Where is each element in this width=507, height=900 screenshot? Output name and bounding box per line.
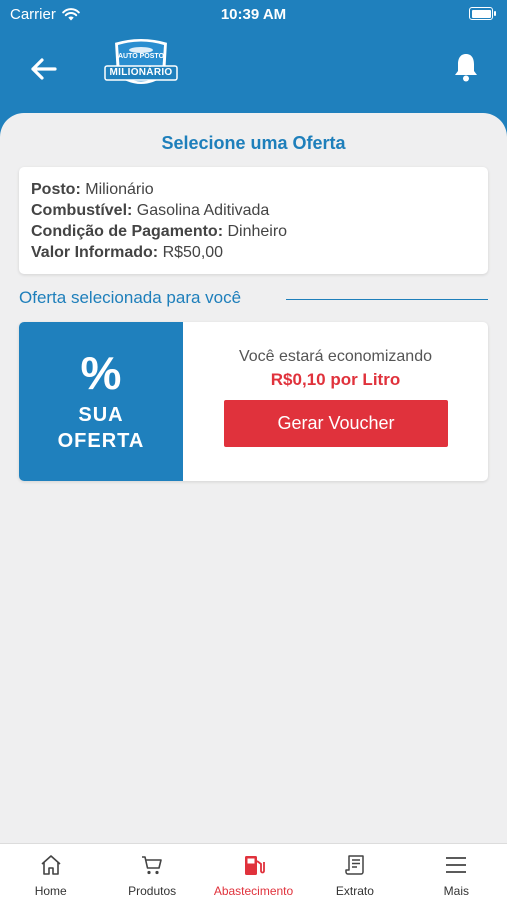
status-time: 10:39 AM xyxy=(220,6,287,23)
combustivel-value: Gasolina Aditivada xyxy=(136,202,270,219)
generate-voucher-button[interactable]: Gerar Voucher xyxy=(224,400,448,447)
tab-home[interactable]: Home xyxy=(0,844,101,900)
combustivel-label: Combustível: xyxy=(31,202,133,219)
back-button[interactable] xyxy=(26,54,60,84)
tab-extrato[interactable]: Extrato xyxy=(304,844,405,900)
badge-line2: OFERTA xyxy=(57,430,145,452)
posto-value: Milionário xyxy=(85,181,154,198)
pagamento-label: Condição de Pagamento: xyxy=(31,223,224,240)
bell-icon xyxy=(455,54,477,82)
tab-abastecimento[interactable]: Abastecimento xyxy=(203,844,304,900)
app-header: AUTO POSTO MILIONÁRIO xyxy=(0,30,507,114)
tab-produtos[interactable]: Produtos xyxy=(101,844,202,900)
tab-label: Produtos xyxy=(128,884,177,898)
info-card: Posto: Milionário Combustível: Gasolina … xyxy=(19,167,488,274)
percent-icon: % xyxy=(80,347,122,399)
battery-icon xyxy=(469,7,496,20)
info-row-pagamento: Condição de Pagamento: Dinheiro xyxy=(31,221,476,242)
tab-label: Abastecimento xyxy=(213,884,294,898)
info-row-valor: Valor Informado: R$50,00 xyxy=(31,242,476,263)
tab-label: Home xyxy=(34,884,67,898)
page-title: Selecione uma Oferta xyxy=(161,133,346,153)
section-label: Oferta selecionada para você xyxy=(19,288,252,308)
tab-label: Extrato xyxy=(335,884,374,898)
posto-label: Posto: xyxy=(31,181,81,198)
arrow-left-icon xyxy=(31,58,57,80)
offer-card: % SUA OFERTA Você estará economizando R$… xyxy=(19,322,488,481)
badge-text: SUA OFERTA xyxy=(19,402,183,454)
tab-label: Mais xyxy=(443,884,469,898)
offer-badge: % SUA OFERTA xyxy=(19,322,183,481)
logo-line1: AUTO POSTO xyxy=(117,53,165,60)
savings-text: Você estará economizando xyxy=(238,348,432,365)
tab-mais[interactable]: Mais xyxy=(406,844,507,900)
savings-value: R$0,10 por Litro xyxy=(270,370,401,389)
valor-label: Valor Informado: xyxy=(31,244,159,261)
valor-value: R$50,00 xyxy=(162,244,224,261)
receipt-icon xyxy=(342,852,368,878)
pagamento-value: Dinheiro xyxy=(227,223,288,240)
badge-line1: SUA xyxy=(78,404,124,426)
fuel-pump-icon xyxy=(241,852,267,878)
notifications-button[interactable] xyxy=(451,50,481,84)
menu-icon xyxy=(443,852,469,878)
cart-icon xyxy=(139,852,165,878)
info-row-posto: Posto: Milionário xyxy=(31,179,476,200)
battery-level xyxy=(471,9,491,18)
tab-bar: Home Produtos Abastecimento Extrato Mais xyxy=(0,843,507,900)
info-row-combustivel: Combustível: Gasolina Aditivada xyxy=(31,200,476,221)
main-content: Selecione uma Oferta Posto: Milionário C… xyxy=(0,113,507,843)
status-bar: Carrier 10:39 AM xyxy=(0,0,507,30)
home-icon xyxy=(38,852,64,878)
logo-line2: MILIONÁRIO xyxy=(109,67,173,78)
logo: AUTO POSTO MILIONÁRIO xyxy=(104,36,178,96)
offer-details: Você estará economizando R$0,10 por Litr… xyxy=(183,322,488,481)
section-divider xyxy=(286,299,488,300)
